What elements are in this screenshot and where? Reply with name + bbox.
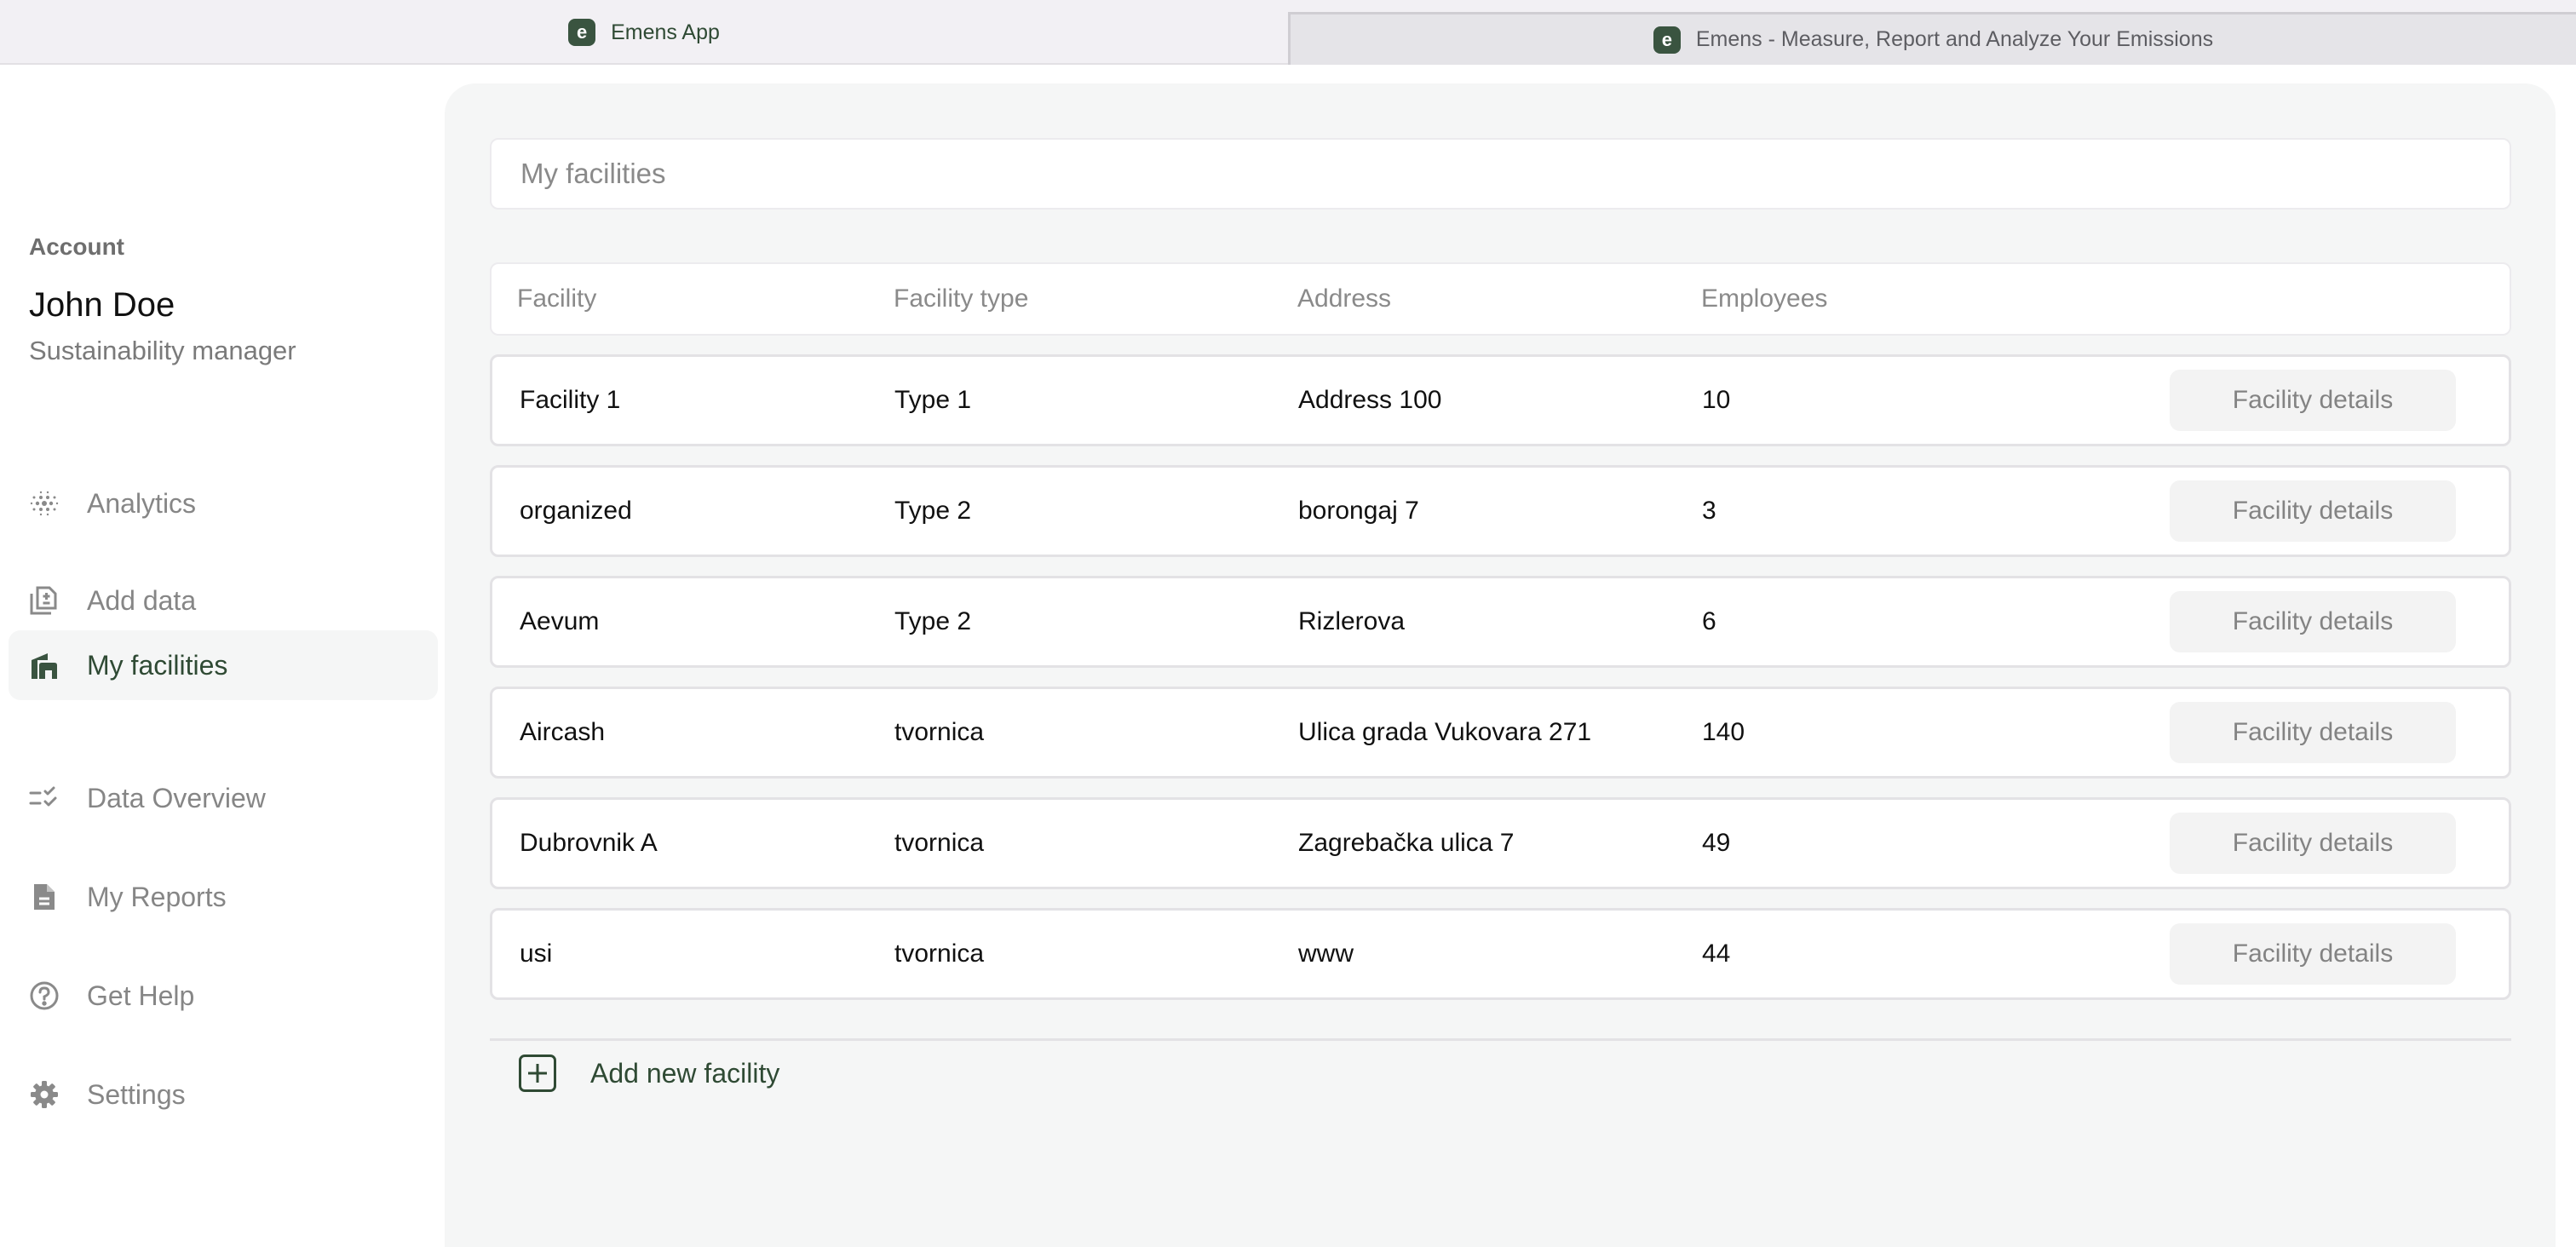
add-new-facility-button[interactable]: Add new facility: [519, 1053, 779, 1094]
facility-employees: 140: [1702, 718, 1745, 746]
sidebar-item-label: My Reports: [87, 881, 227, 912]
facility-name: usi: [520, 940, 553, 968]
facility-employees: 6: [1702, 607, 1716, 635]
tab-emens-app[interactable]: e Emens App: [0, 0, 1288, 65]
facility-details-button[interactable]: Facility details: [2170, 480, 2456, 542]
facility-details-button[interactable]: Facility details: [2170, 923, 2456, 985]
facility-details-button[interactable]: Facility details: [2170, 370, 2456, 431]
column-header-employees: Employees: [1701, 284, 1828, 313]
sidebar-item-my-facilities[interactable]: My facilities: [9, 630, 438, 700]
tab-label: Emens - Measure, Report and Analyze Your…: [1695, 27, 2214, 51]
sidebar-item-add-data[interactable]: Add data: [9, 566, 438, 635]
table-row: organized Type 2 borongaj 7 3 Facility d…: [490, 465, 2511, 557]
main-panel: My facilities Facility Facility type Add…: [445, 83, 2556, 1247]
facility-employees: 10: [1702, 386, 1731, 414]
facility-address: Ulica grada Vukovara 271: [1298, 718, 1592, 746]
facility-name: Dubrovnik A: [520, 829, 658, 857]
facility-employees: 3: [1702, 497, 1716, 525]
facility-address: www: [1298, 940, 1354, 968]
table-row: Aevum Type 2 Rizlerova 6 Facility detail…: [490, 576, 2511, 668]
facility-building-icon: [27, 648, 61, 682]
user-role: Sustainability manager: [29, 336, 296, 365]
facility-name: Aevum: [520, 607, 600, 635]
sidebar-item-label: My facilities: [87, 649, 228, 681]
sidebar-item-label: Analytics: [87, 487, 197, 519]
user-name: John Doe: [29, 286, 175, 324]
report-file-icon: [27, 880, 61, 914]
table-row: usi tvornica www 44 Facility details: [490, 908, 2511, 1000]
emens-logo-icon: e: [1653, 26, 1681, 54]
column-header-address: Address: [1297, 284, 1392, 313]
facility-address: borongaj 7: [1298, 497, 1419, 525]
facility-type: Type 2: [894, 607, 972, 635]
facility-address: Zagrebačka ulica 7: [1298, 829, 1515, 857]
facility-type: tvornica: [894, 718, 985, 746]
table-row: Facility 1 Type 1 Address 100 10 Facilit…: [490, 354, 2511, 446]
add-new-facility-label: Add new facility: [590, 1057, 780, 1089]
sidebar-item-settings[interactable]: Settings: [9, 1060, 438, 1129]
facility-type: tvornica: [894, 829, 985, 857]
page-title: My facilities: [490, 138, 2511, 210]
checklist-icon: [27, 781, 61, 815]
column-header-facility-type: Facility type: [894, 284, 1029, 313]
account-label: Account: [29, 233, 124, 260]
facility-employees: 49: [1702, 829, 1731, 857]
facility-details-button[interactable]: Facility details: [2170, 813, 2456, 874]
column-header-facility: Facility: [517, 284, 597, 313]
facility-name: organized: [520, 497, 632, 525]
facility-address: Address 100: [1298, 386, 1442, 414]
facility-employees: 44: [1702, 940, 1731, 968]
table-header: Facility Facility type Address Employees: [490, 262, 2511, 336]
plus-square-icon: [519, 1054, 556, 1092]
sidebar-item-data-overview[interactable]: Data Overview: [9, 763, 438, 833]
divider: [490, 1038, 2511, 1041]
tab-label: Emens App: [611, 20, 720, 44]
table-row: Dubrovnik A tvornica Zagrebačka ulica 7 …: [490, 797, 2511, 889]
facility-details-button[interactable]: Facility details: [2170, 591, 2456, 652]
facility-details-button[interactable]: Facility details: [2170, 702, 2456, 763]
facility-address: Rizlerova: [1298, 607, 1406, 635]
sidebar-item-analytics[interactable]: Analytics: [9, 468, 438, 538]
facility-type: Type 1: [894, 386, 972, 414]
facility-type: Type 2: [894, 497, 972, 525]
analytics-dots-icon: [27, 486, 61, 520]
help-circle-icon: [27, 979, 61, 1013]
sidebar: Account John Doe Sustainability manager …: [0, 66, 445, 1247]
sidebar-item-my-reports[interactable]: My Reports: [9, 862, 438, 932]
sidebar-item-label: Data Overview: [87, 782, 266, 813]
add-document-icon: [27, 583, 61, 618]
gear-icon: [27, 1077, 61, 1112]
browser-tab-bar: e Emens App e Emens - Measure, Report an…: [0, 0, 2576, 65]
tab-emens-website[interactable]: e Emens - Measure, Report and Analyze Yo…: [1288, 12, 2576, 65]
sidebar-item-get-help[interactable]: Get Help: [9, 961, 438, 1031]
table-row: Aircash tvornica Ulica grada Vukovara 27…: [490, 687, 2511, 779]
sidebar-item-label: Add data: [87, 584, 197, 616]
emens-logo-icon: e: [568, 19, 596, 46]
facility-name: Aircash: [520, 718, 606, 746]
sidebar-item-label: Get Help: [87, 980, 195, 1011]
facility-type: tvornica: [894, 940, 985, 968]
sidebar-item-label: Settings: [87, 1078, 186, 1110]
facility-name: Facility 1: [520, 386, 621, 414]
